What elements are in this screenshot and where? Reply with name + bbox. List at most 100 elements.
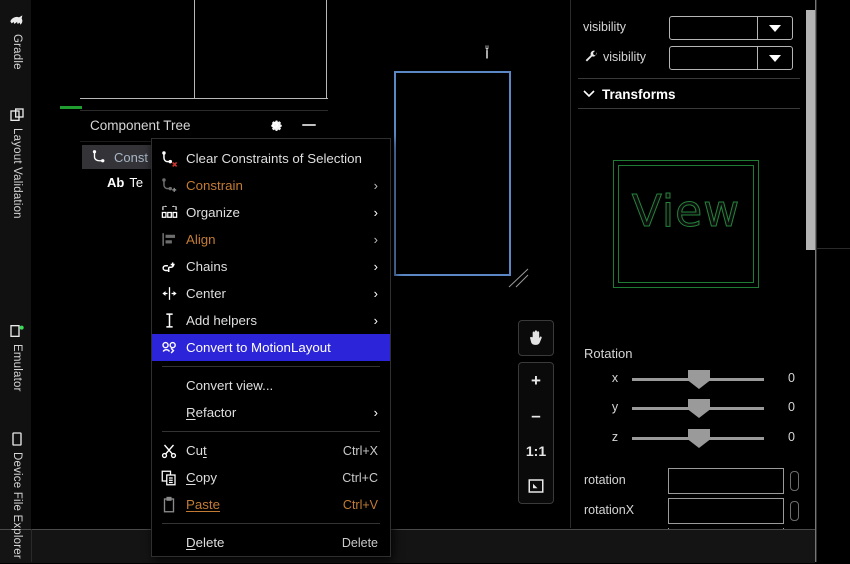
- transforms-section-header[interactable]: Transforms: [583, 84, 793, 104]
- attributes-scrollbar-thumb[interactable]: [806, 10, 815, 250]
- attribute-label: visibility: [603, 50, 647, 64]
- rail-separator: [816, 248, 850, 249]
- menu-item-constrain[interactable]: Constrain ›: [152, 172, 390, 199]
- rail-label: Device File Explorer: [11, 452, 23, 559]
- menu-item-label-rest: efactor: [195, 405, 237, 420]
- android-studio-layout-editor: Component Tree Const Ab Te + – 1:1 visib…: [0, 0, 850, 564]
- rail-tab-layout-validation[interactable]: Layout Validation: [0, 100, 34, 246]
- paste-icon: [152, 496, 186, 514]
- menu-item-mnemonic: D: [186, 535, 196, 550]
- chevron-down-icon[interactable]: [757, 17, 792, 39]
- rotation-slider-x[interactable]: x 0: [608, 368, 808, 390]
- slider-thumb[interactable]: [688, 370, 710, 389]
- motion-layout-icon: [152, 338, 186, 357]
- menu-item-paste[interactable]: Paste Ctrl+V: [152, 491, 390, 518]
- resize-handle-icon[interactable]: [508, 268, 530, 288]
- rotation-title: Rotation: [584, 346, 633, 361]
- layout-validation-icon: [9, 107, 25, 123]
- slider-thumb[interactable]: [688, 429, 710, 448]
- device-file-explorer-icon: [9, 431, 25, 447]
- field-label: rotationX: [584, 503, 635, 517]
- align-icon: [152, 230, 186, 249]
- gear-icon[interactable]: [266, 116, 284, 134]
- rail-label: Gradle: [11, 34, 23, 70]
- right-tool-rail: [816, 0, 850, 562]
- menu-item-refactor[interactable]: Refactor ›: [152, 399, 390, 426]
- menu-item-align[interactable]: Align ›: [152, 226, 390, 253]
- menu-item-label: Add helpers: [186, 313, 257, 328]
- rotation-field-row: rotation: [584, 468, 804, 494]
- rotationx-input[interactable]: [668, 498, 784, 524]
- zoom-out-button[interactable]: –: [519, 398, 553, 433]
- menu-item-mnemonic: R: [186, 405, 196, 420]
- menu-item-label: Chains: [186, 259, 228, 274]
- menu-item-organize[interactable]: Organize ›: [152, 199, 390, 226]
- menu-separator: [162, 431, 380, 432]
- preview-label: View: [631, 186, 741, 238]
- menu-item-convert-to-motionlayout[interactable]: Convert to MotionLayout: [152, 334, 390, 361]
- transforms-label: Transforms: [602, 86, 676, 102]
- transform-preview[interactable]: View: [613, 160, 759, 288]
- submenu-arrow-icon: ›: [373, 313, 378, 328]
- rotation-slider-z[interactable]: z 0: [608, 427, 808, 449]
- attribute-row-visibility: visibility: [583, 16, 793, 40]
- palette-divider-1: [194, 0, 195, 98]
- actual-size-button[interactable]: 1:1: [519, 433, 553, 468]
- slider-thumb[interactable]: [688, 399, 710, 418]
- rotation-slider-y[interactable]: y 0: [608, 397, 808, 419]
- tools-visibility-dropdown[interactable]: [669, 46, 793, 70]
- menu-item-shortcut: Ctrl+X: [342, 443, 378, 458]
- menu-item-shortcut: Ctrl+V: [342, 497, 378, 512]
- value-indicator[interactable]: [790, 501, 799, 521]
- menu-item-convert-view[interactable]: Convert view...: [152, 372, 390, 399]
- submenu-arrow-icon: ›: [373, 259, 378, 274]
- chevron-down-icon[interactable]: [757, 47, 792, 69]
- pan-tool-button[interactable]: [518, 320, 554, 356]
- axis-label: z: [611, 430, 619, 444]
- chains-icon: [152, 257, 186, 276]
- add-helpers-icon: [152, 311, 186, 330]
- wrench-icon[interactable]: [479, 42, 495, 62]
- chevron-down-icon[interactable]: [583, 85, 595, 103]
- minimize-icon[interactable]: [300, 116, 318, 134]
- menu-item-center[interactable]: Center ›: [152, 280, 390, 307]
- status-bar: [0, 529, 815, 563]
- menu-separator: [162, 366, 380, 367]
- zoom-controls: + – 1:1: [518, 362, 554, 504]
- menu-item-mnemonic: C: [186, 470, 196, 485]
- menu-item-delete[interactable]: Delete Delete: [152, 529, 390, 556]
- menu-item-label: Convert to MotionLayout: [186, 340, 331, 355]
- menu-item-label: Center: [186, 286, 226, 301]
- context-menu[interactable]: Clear Constraints of Selection Constrain…: [151, 138, 391, 557]
- rail-tab-gradle[interactable]: Gradle: [0, 6, 34, 96]
- axis-label: y: [611, 400, 619, 414]
- menu-separator: [162, 523, 380, 524]
- copy-icon: [152, 469, 186, 487]
- axis-label: x: [611, 371, 619, 385]
- center-icon: [152, 284, 186, 303]
- zoom-to-fit-button[interactable]: [519, 468, 553, 503]
- rail-tab-device-file-explorer[interactable]: Device File Explorer: [0, 424, 34, 564]
- menu-item-copy[interactable]: Copy Ctrl+C: [152, 464, 390, 491]
- rail-label: Layout Validation: [11, 128, 23, 219]
- menu-item-shortcut: Delete: [341, 535, 378, 550]
- menu-item-label: Organize: [186, 205, 240, 220]
- slider-value: 0: [788, 430, 795, 444]
- constrain-icon: [152, 176, 186, 195]
- section-separator: [578, 78, 800, 79]
- palette-bottom-border: [80, 98, 328, 99]
- attribute-row-tools-visibility: visibility: [583, 46, 793, 70]
- clear-constraints-icon: [152, 149, 186, 168]
- value-indicator[interactable]: [790, 471, 799, 491]
- device-frame[interactable]: [394, 71, 511, 276]
- visibility-dropdown[interactable]: [669, 16, 793, 40]
- menu-item-add-helpers[interactable]: Add helpers ›: [152, 307, 390, 334]
- menu-item-cut[interactable]: Cut Ctrl+X: [152, 437, 390, 464]
- rotation-input[interactable]: [668, 468, 784, 494]
- menu-item-chains[interactable]: Chains ›: [152, 253, 390, 280]
- rail-tab-emulator[interactable]: Emulator: [0, 316, 34, 420]
- rail-label: Emulator: [11, 344, 23, 392]
- zoom-in-button[interactable]: +: [519, 363, 553, 398]
- menu-item-clear-constraints[interactable]: Clear Constraints of Selection: [152, 145, 390, 172]
- menu-item-label: Convert view...: [186, 378, 274, 393]
